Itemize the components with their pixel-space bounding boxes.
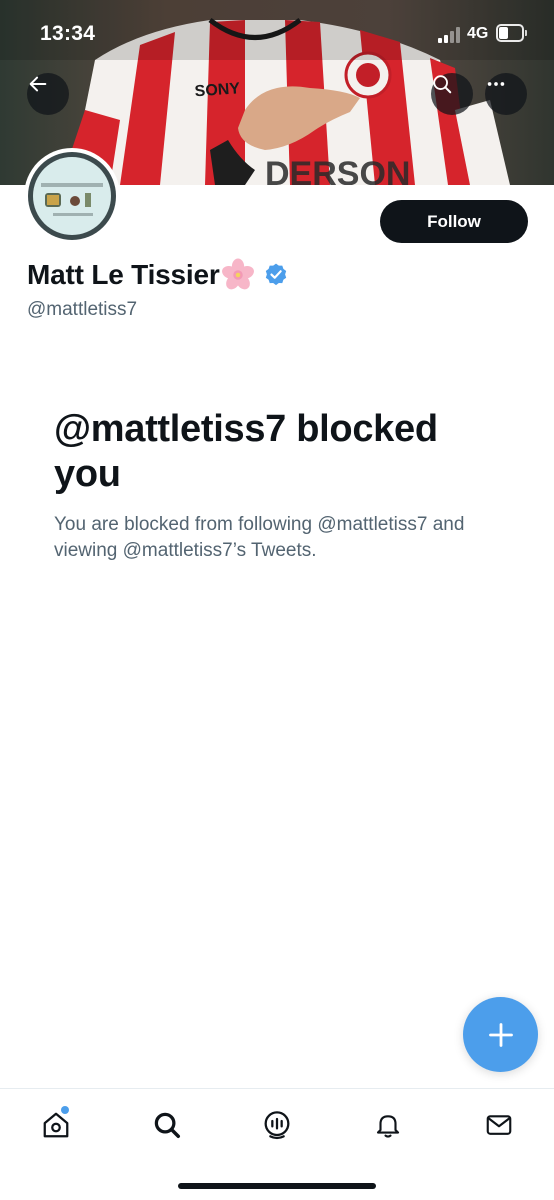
nav-home[interactable] — [31, 1103, 81, 1147]
compose-tweet-button[interactable] — [463, 997, 538, 1072]
mail-icon — [486, 1115, 512, 1135]
back-button[interactable] — [27, 73, 69, 115]
verified-badge-icon — [265, 263, 286, 286]
nav-spaces[interactable] — [252, 1103, 302, 1147]
arrow-left-icon — [29, 76, 47, 92]
profile-avatar[interactable] — [24, 148, 120, 244]
display-name-row: Matt Le Tissier — [27, 256, 289, 294]
username: @mattletiss7 — [27, 299, 138, 320]
status-time: 13:34 — [40, 22, 96, 45]
display-name: Matt Le Tissier — [27, 259, 220, 290]
network-type: 4G — [467, 25, 489, 42]
battery-icon — [496, 24, 527, 42]
bell-icon — [376, 1115, 400, 1138]
blocked-title: @mattletiss7 blocked you — [54, 408, 438, 495]
follow-button[interactable]: Follow — [380, 200, 528, 243]
svg-text:DERSON: DERSON — [265, 155, 410, 185]
nav-messages[interactable] — [474, 1103, 524, 1147]
spaces-icon — [264, 1111, 290, 1140]
plus-icon — [488, 1022, 513, 1047]
svg-text:SONY: SONY — [194, 80, 241, 100]
search-icon — [433, 75, 452, 94]
avatar-image — [33, 157, 111, 235]
status-bar: 13:34 4G — [0, 0, 554, 66]
search-button[interactable] — [431, 73, 473, 115]
cherry-blossom-icon — [221, 258, 254, 290]
more-options-button[interactable] — [485, 73, 527, 115]
nav-notifications[interactable] — [363, 1103, 413, 1147]
more-horizontal-icon — [487, 82, 505, 86]
notification-dot — [61, 1106, 69, 1114]
home-icon — [43, 1112, 69, 1138]
profile-page: SONY DERSON 13:34 4G Follow Matt Le Tiss… — [0, 0, 554, 1200]
nav-search[interactable] — [142, 1103, 192, 1147]
search-icon — [154, 1112, 180, 1138]
blocked-description: You are blocked from following @mattleti… — [54, 514, 465, 561]
home-indicator — [178, 1183, 376, 1189]
cellular-signal-icon — [438, 27, 460, 43]
